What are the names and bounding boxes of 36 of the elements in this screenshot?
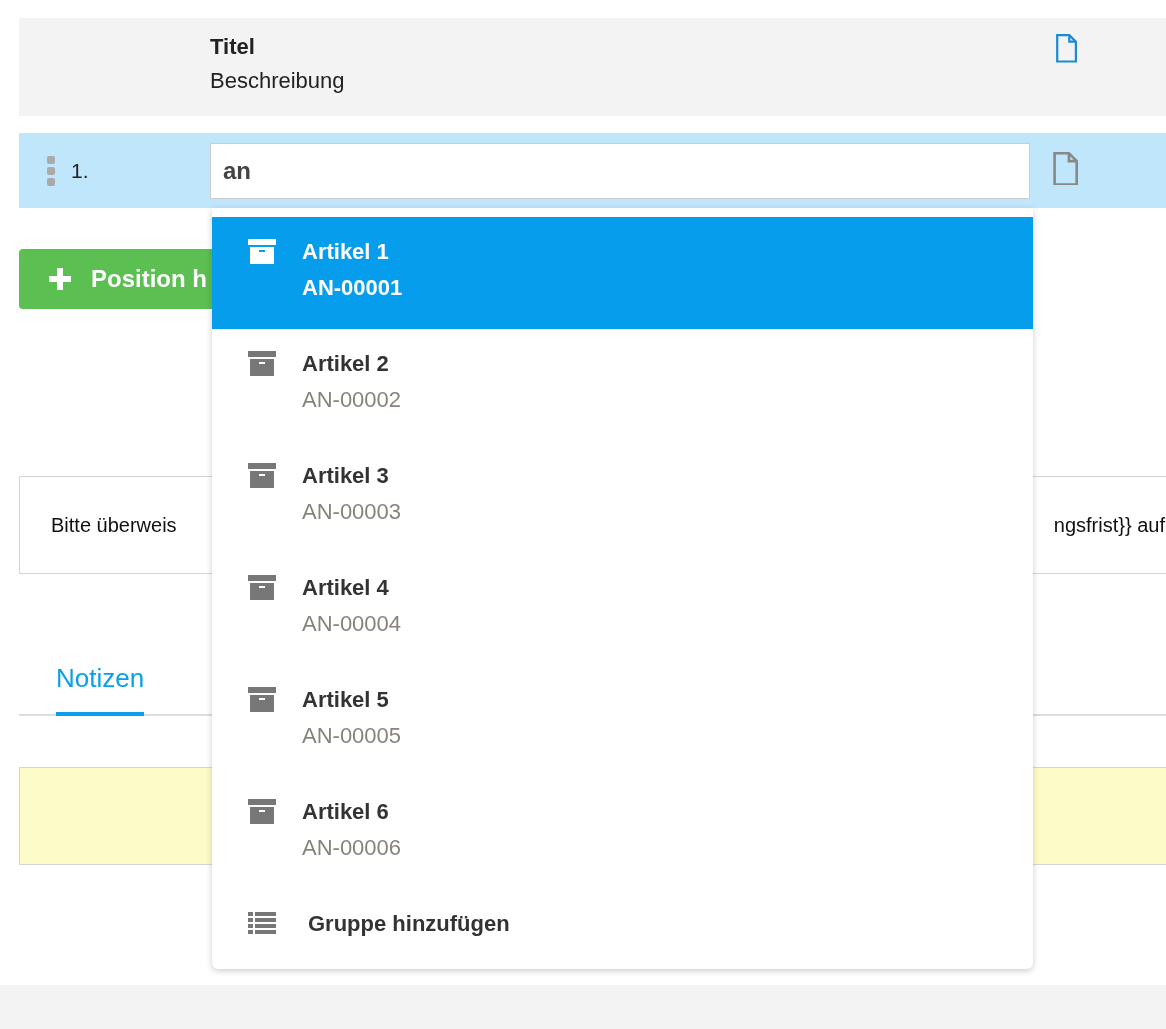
plus-icon: [49, 268, 71, 290]
dropdown-item[interactable]: Artikel 3 AN-00003: [212, 441, 1033, 553]
archive-box-icon: [248, 575, 276, 600]
article-code: AN-00003: [302, 499, 402, 525]
article-name: Artikel 5: [302, 687, 390, 713]
article-name: Artikel 3: [302, 463, 390, 489]
position-row[interactable]: 1. an: [19, 133, 1166, 208]
row-number: 1.: [71, 158, 90, 183]
article-name: Artikel 2: [302, 351, 390, 377]
dropdown-item[interactable]: Artikel 6 AN-00006: [212, 777, 1033, 889]
article-code: AN-00005: [302, 723, 402, 749]
article-name: Artikel 1: [302, 239, 390, 265]
text-fragment: ngsfrist}} auf: [1053, 513, 1165, 537]
dropdown-item[interactable]: Artikel 4 AN-00004: [212, 553, 1033, 665]
document-icon[interactable]: [1052, 151, 1078, 186]
text-fragment: Bitte überweis: [51, 513, 177, 537]
drag-handle-icon[interactable]: [47, 155, 55, 186]
title-input[interactable]: an: [210, 142, 1030, 199]
column-title: Titel: [210, 34, 256, 60]
archive-box-icon: [248, 351, 276, 376]
document-icon[interactable]: [1055, 34, 1077, 63]
archive-box-icon: [248, 799, 276, 824]
article-code: AN-00006: [302, 835, 402, 861]
list-icon: [248, 912, 276, 936]
archive-box-icon: [248, 463, 276, 488]
archive-box-icon: [248, 239, 276, 264]
article-code: AN-00002: [302, 387, 402, 413]
article-name: Artikel 4: [302, 575, 390, 601]
article-name: Artikel 6: [302, 799, 390, 825]
dropdown-item[interactable]: Gruppe hinzufügen: [212, 889, 1033, 959]
column-description: Beschreibung: [210, 68, 346, 94]
dropdown-item[interactable]: Artikel 5 AN-00005: [212, 665, 1033, 777]
archive-box-icon: [248, 687, 276, 712]
article-code: AN-00004: [302, 611, 402, 637]
dropdown-item[interactable]: Artikel 2 AN-00002: [212, 329, 1033, 441]
article-code: AN-00001: [302, 275, 403, 301]
